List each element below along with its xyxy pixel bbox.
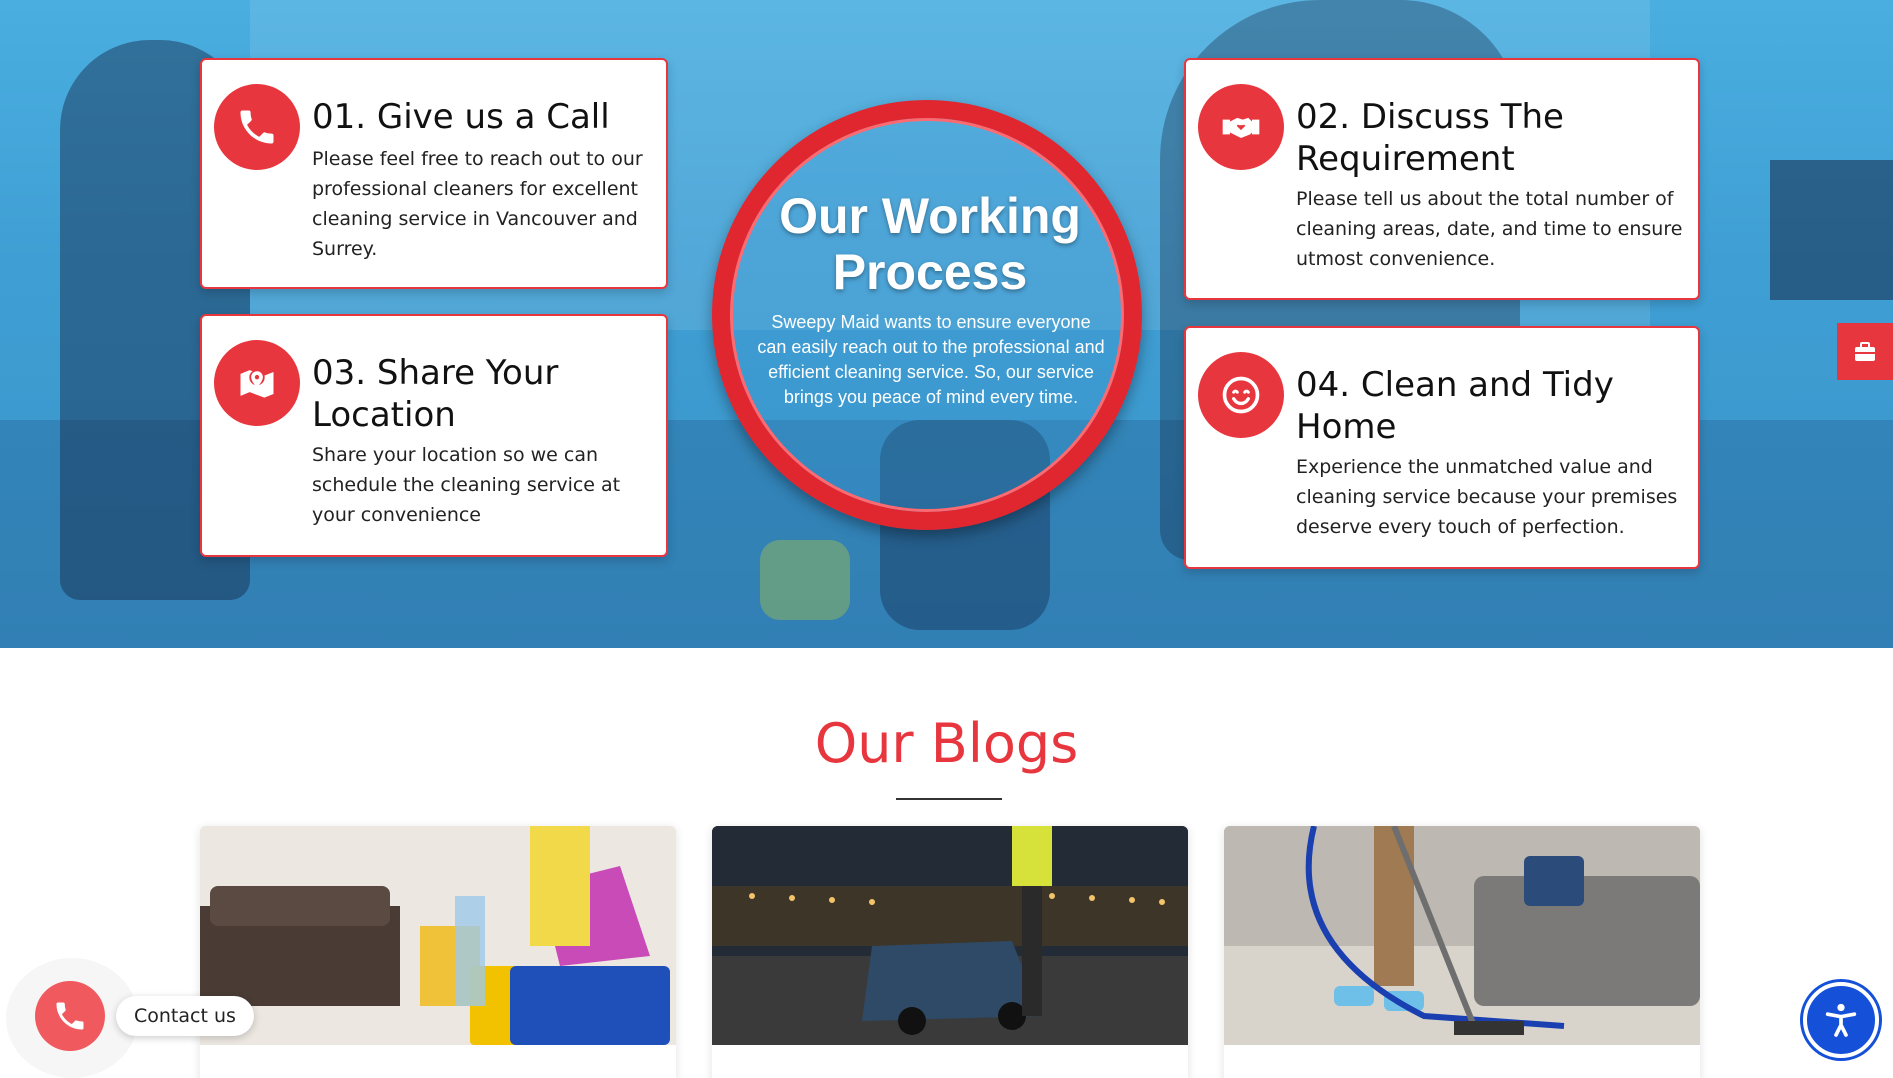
- contact-call-button[interactable]: [35, 981, 105, 1051]
- blog-card[interactable]: [712, 826, 1188, 1078]
- step-title: 03. Share Your Location: [312, 353, 559, 435]
- step-description: Please feel free to reach out to our pro…: [312, 148, 643, 260]
- step-description: Experience the unmatched value and clean…: [1296, 456, 1678, 538]
- phone-icon: [214, 84, 300, 170]
- heading-divider: [896, 798, 1002, 800]
- blog-image-vacuum-carpet[interactable]: [1224, 826, 1700, 1045]
- handshake-icon: [1198, 84, 1284, 170]
- phone-icon: [56, 1002, 84, 1030]
- step-card-location: 03. Share Your Location Share your locat…: [200, 314, 668, 557]
- contact-us-label[interactable]: Contact us: [116, 996, 254, 1036]
- background-bucket: [760, 540, 850, 620]
- accessibility-icon: [1825, 1003, 1857, 1037]
- blog-image-floor-scrubber[interactable]: [712, 826, 1188, 1045]
- blog-card[interactable]: [200, 826, 676, 1078]
- map-pin-icon: [214, 340, 300, 426]
- step-title: 01. Give us a Call: [312, 97, 610, 137]
- step-card-call: 01. Give us a Call Please feel free to r…: [200, 58, 668, 289]
- smile-icon: [1198, 352, 1284, 438]
- side-tab-button[interactable]: [1837, 323, 1893, 380]
- briefcase-icon: [1855, 341, 1875, 361]
- blog-card[interactable]: [1224, 826, 1700, 1078]
- step-title: 04. Clean and Tidy Home: [1296, 365, 1614, 447]
- process-heading: Our Working Process: [779, 188, 1081, 300]
- accessibility-button[interactable]: [1803, 982, 1879, 1058]
- step-title: 02. Discuss The Requirement: [1296, 97, 1564, 179]
- step-card-clean: 04. Clean and Tidy Home Experience the u…: [1184, 326, 1700, 569]
- step-description: Share your location so we can schedule t…: [312, 444, 621, 526]
- background-monitor: [1770, 160, 1893, 300]
- process-intro: Sweepy Maid wants to ensure everyone can…: [757, 312, 1105, 407]
- step-description: Please tell us about the total number of…: [1296, 188, 1683, 270]
- working-process-section: 01. Give us a Call Please feel free to r…: [0, 0, 1893, 648]
- blogs-heading: Our Blogs: [814, 712, 1079, 775]
- blog-image-cleaning-supplies[interactable]: [200, 826, 676, 1045]
- step-card-requirement: 02. Discuss The Requirement Please tell …: [1184, 58, 1700, 300]
